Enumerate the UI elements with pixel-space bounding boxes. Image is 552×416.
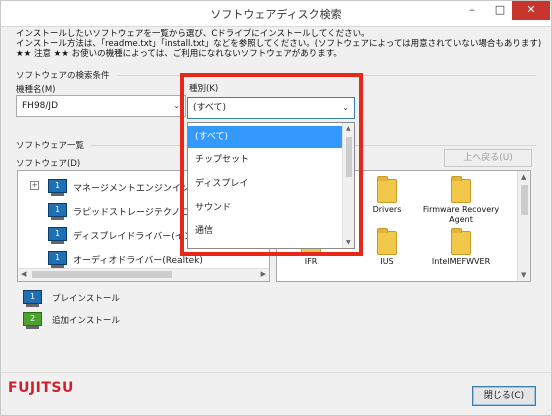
folder-icon[interactable] [451,176,471,203]
model-combobox[interactable]: FH98/JD ⌄ [16,95,186,117]
scroll-right-icon[interactable]: ▶ [261,270,266,278]
folder-label[interactable]: IFR [271,257,351,267]
instruction-line-3: ★★ 注意 ★★ お使いの機種によっては、ご利用になれないソフトウェアがあります… [16,49,342,59]
computer-icon: 1 [48,203,67,220]
minimize-button[interactable]: – [458,0,486,20]
folder-label[interactable]: IUS [347,257,427,267]
folder-label[interactable]: IntelMEFWVER [421,257,501,267]
model-label: 機種名(M) [16,85,56,95]
search-group-label: ソフトウェアの検索条件 [16,71,110,81]
footer-divider [0,372,552,373]
preinstall-icon: 1 [23,290,42,307]
folder-icon[interactable] [451,228,471,255]
expand-icon[interactable]: + [30,181,39,190]
scroll-thumb[interactable] [32,271,172,278]
scroll-thumb[interactable] [521,185,528,215]
folder-icon[interactable] [377,228,397,255]
highlight-frame [180,73,363,256]
software-tree-label: ソフトウェア(D) [16,159,81,169]
close-window-button[interactable]: ✕ [512,0,550,20]
folder-vertical-scrollbar[interactable]: ▲ ▼ [517,171,530,281]
scroll-down-icon[interactable]: ▼ [521,271,526,279]
addinstall-icon: 2 [23,312,42,329]
up-button[interactable]: 上へ戻る(U) [444,149,532,167]
folder-label[interactable]: Firmware Recovery Agent [421,205,501,225]
computer-icon: 1 [48,179,67,196]
tree-horizontal-scrollbar[interactable]: ◀ ▶ [18,268,269,281]
maximize-button[interactable]: □ [486,0,514,20]
scroll-left-icon[interactable]: ◀ [21,270,26,278]
model-value: FH98/JD [22,101,59,111]
scroll-up-icon[interactable]: ▲ [521,173,526,181]
preinstall-legend-label: プレインストール [52,294,120,304]
folder-icon[interactable] [377,176,397,203]
close-button[interactable]: 閉じる(C) [472,386,536,406]
software-group-label: ソフトウェア一覧 [16,141,85,151]
addinstall-legend-label: 追加インストール [52,316,120,326]
computer-icon: 1 [48,251,67,268]
fujitsu-logo: FUJITSU [8,380,74,396]
chevron-down-icon: ⌄ [173,101,180,110]
computer-icon: 1 [48,227,67,244]
